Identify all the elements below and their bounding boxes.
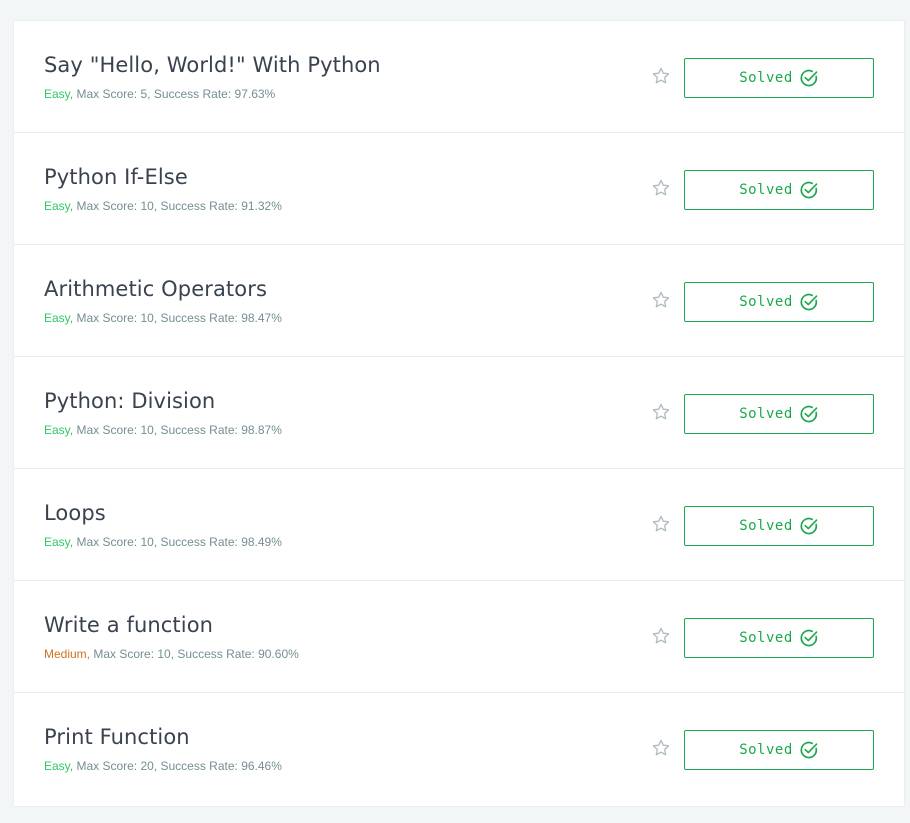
challenge-meta: Easy, Max Score: 20, Success Rate: 96.46…: [44, 759, 282, 773]
challenge-row[interactable]: Loops Easy, Max Score: 10, Success Rate:…: [14, 469, 904, 581]
challenge-title[interactable]: Say "Hello, World!" With Python: [44, 53, 381, 77]
challenge-stats: Max Score: 5, Success Rate: 97.63%: [73, 87, 276, 101]
challenge-title[interactable]: Python If-Else: [44, 165, 188, 189]
star-outline-icon[interactable]: [651, 514, 671, 534]
challenge-meta: Easy, Max Score: 10, Success Rate: 91.32…: [44, 199, 282, 213]
challenge-title[interactable]: Loops: [44, 501, 106, 525]
challenge-list: Say "Hello, World!" With Python Easy, Ma…: [14, 21, 904, 806]
solved-button[interactable]: Solved: [684, 282, 874, 322]
check-circle-icon: [800, 69, 818, 87]
challenge-stats: Max Score: 10, Success Rate: 98.47%: [73, 311, 282, 325]
challenge-meta: Easy, Max Score: 10, Success Rate: 98.87…: [44, 423, 282, 437]
solved-button[interactable]: Solved: [684, 730, 874, 770]
solved-label: Solved: [739, 630, 793, 646]
challenge-meta: Easy, Max Score: 5, Success Rate: 97.63%: [44, 87, 275, 101]
challenge-row[interactable]: Write a function Medium, Max Score: 10, …: [14, 581, 904, 693]
difficulty-label: Medium,: [44, 647, 91, 661]
check-circle-icon: [800, 629, 818, 647]
challenge-row[interactable]: Print Function Easy, Max Score: 20, Succ…: [14, 693, 904, 806]
solved-label: Solved: [739, 70, 793, 86]
check-circle-icon: [800, 405, 818, 423]
challenge-title[interactable]: Arithmetic Operators: [44, 277, 267, 301]
solved-label: Solved: [739, 406, 793, 422]
challenge-row[interactable]: Arithmetic Operators Easy, Max Score: 10…: [14, 245, 904, 357]
difficulty-label: Easy,: [44, 199, 74, 213]
check-circle-icon: [800, 517, 818, 535]
solved-label: Solved: [739, 742, 793, 758]
challenge-title[interactable]: Write a function: [44, 613, 213, 637]
star-outline-icon[interactable]: [651, 66, 671, 86]
solved-button[interactable]: Solved: [684, 506, 874, 546]
star-outline-icon[interactable]: [651, 738, 671, 758]
star-outline-icon[interactable]: [651, 402, 671, 422]
challenge-stats: Max Score: 10, Success Rate: 98.49%: [73, 535, 282, 549]
check-circle-icon: [800, 293, 818, 311]
challenge-stats: Max Score: 10, Success Rate: 90.60%: [90, 647, 299, 661]
solved-button[interactable]: Solved: [684, 394, 874, 434]
difficulty-label: Easy,: [44, 535, 74, 549]
challenge-meta: Easy, Max Score: 10, Success Rate: 98.49…: [44, 535, 282, 549]
difficulty-label: Easy,: [44, 87, 74, 101]
challenge-title[interactable]: Print Function: [44, 725, 190, 749]
challenge-stats: Max Score: 10, Success Rate: 91.32%: [73, 199, 282, 213]
challenge-meta: Easy, Max Score: 10, Success Rate: 98.47…: [44, 311, 282, 325]
difficulty-label: Easy,: [44, 759, 74, 773]
challenge-row[interactable]: Python: Division Easy, Max Score: 10, Su…: [14, 357, 904, 469]
challenge-stats: Max Score: 10, Success Rate: 98.87%: [73, 423, 282, 437]
difficulty-label: Easy,: [44, 311, 74, 325]
solved-button[interactable]: Solved: [684, 58, 874, 98]
solved-label: Solved: [739, 518, 793, 534]
solved-label: Solved: [739, 294, 793, 310]
check-circle-icon: [800, 741, 818, 759]
challenge-stats: Max Score: 20, Success Rate: 96.46%: [73, 759, 282, 773]
solved-button[interactable]: Solved: [684, 618, 874, 658]
star-outline-icon[interactable]: [651, 178, 671, 198]
star-outline-icon[interactable]: [651, 626, 671, 646]
challenge-row[interactable]: Python If-Else Easy, Max Score: 10, Succ…: [14, 133, 904, 245]
difficulty-label: Easy,: [44, 423, 74, 437]
challenge-row[interactable]: Say "Hello, World!" With Python Easy, Ma…: [14, 21, 904, 133]
star-outline-icon[interactable]: [651, 290, 671, 310]
challenge-meta: Medium, Max Score: 10, Success Rate: 90.…: [44, 647, 299, 661]
solved-button[interactable]: Solved: [684, 170, 874, 210]
challenge-title[interactable]: Python: Division: [44, 389, 215, 413]
check-circle-icon: [800, 181, 818, 199]
solved-label: Solved: [739, 182, 793, 198]
